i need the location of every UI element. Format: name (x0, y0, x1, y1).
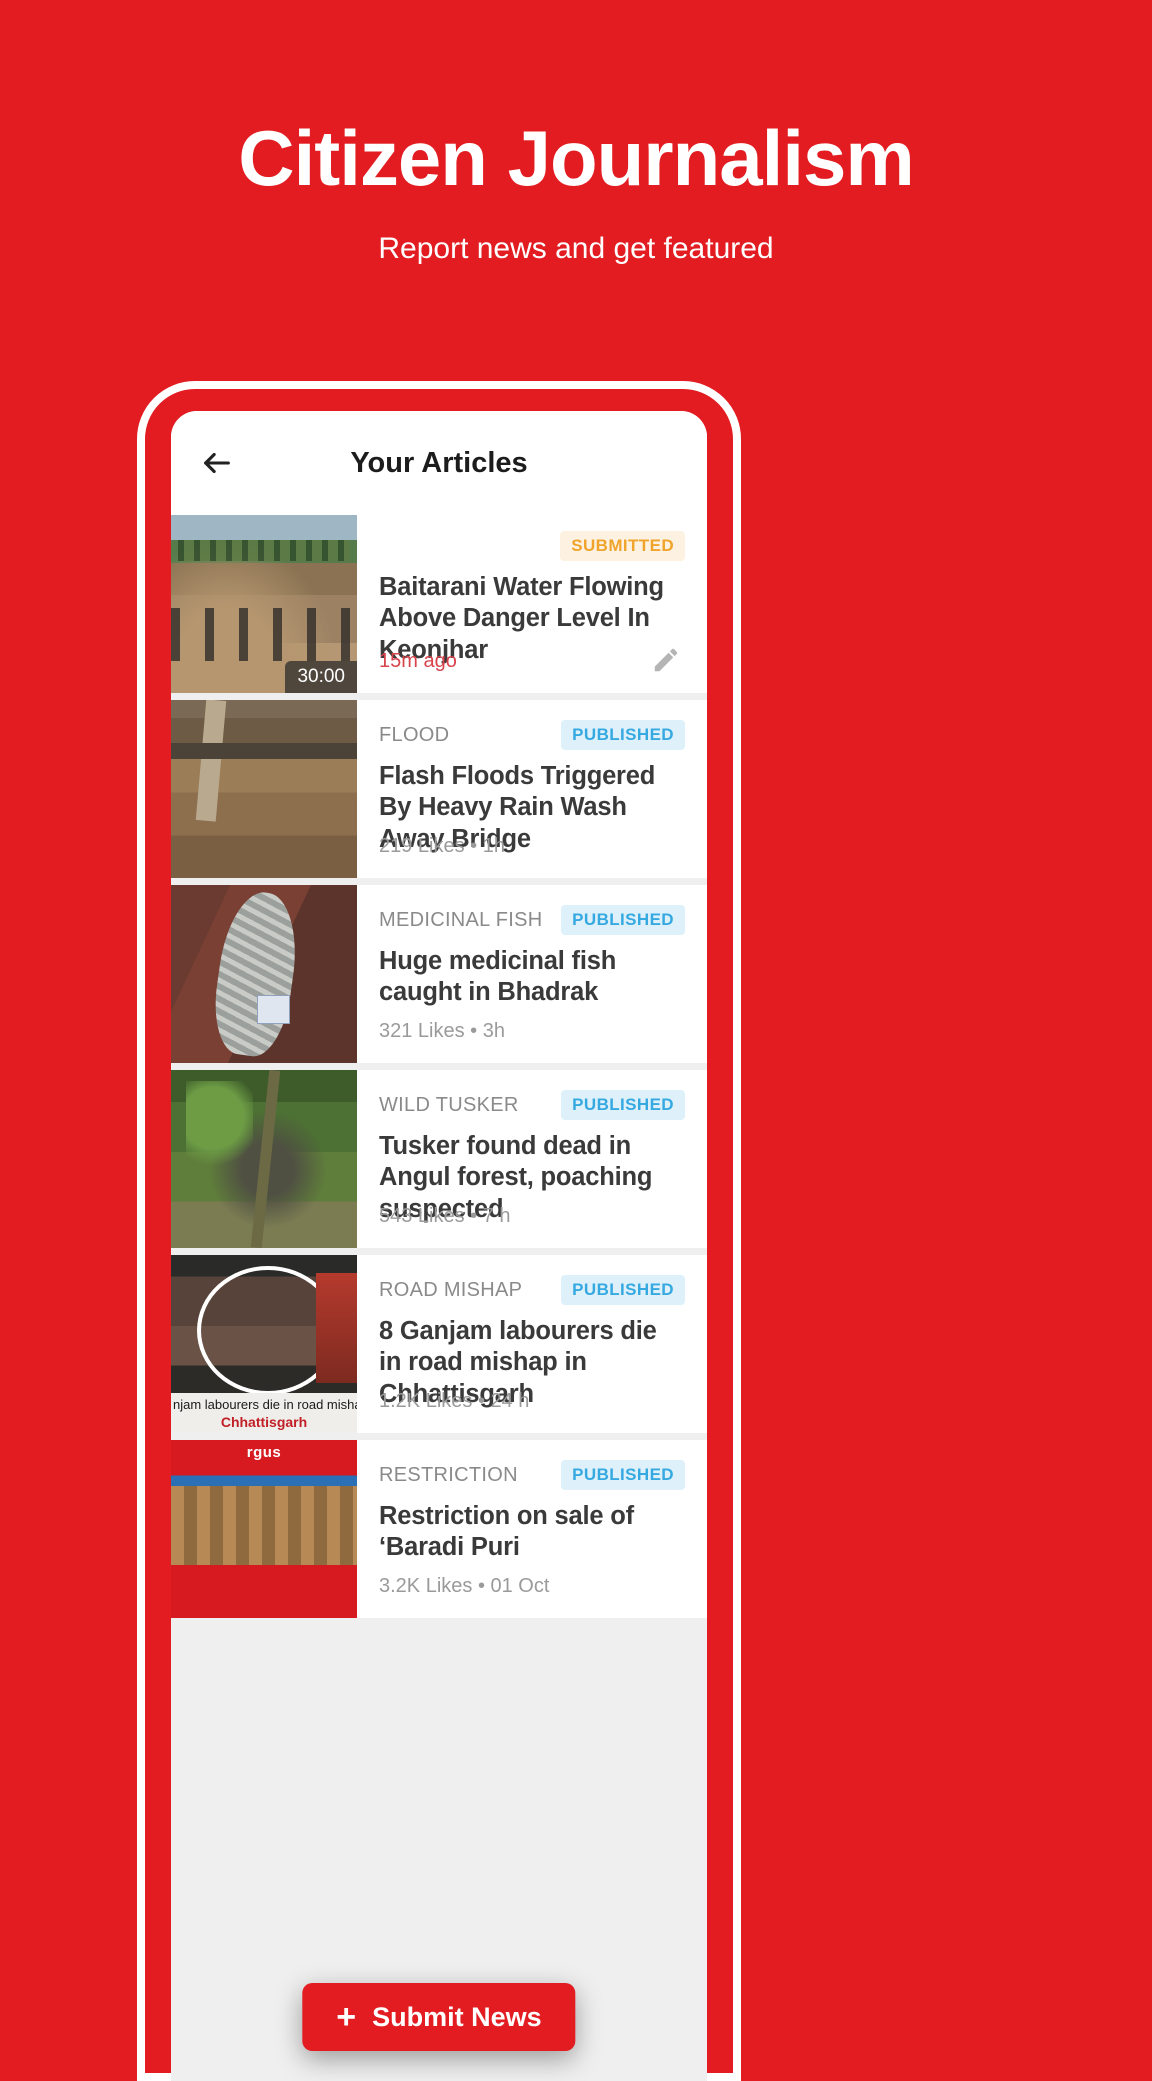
thumbnail-caption: njam labourers die in road mishap inChha… (171, 1393, 357, 1433)
article-thumbnail[interactable] (171, 885, 357, 1063)
article-stats: 1.2K Likes • 24 h (379, 1390, 530, 1412)
article-list[interactable]: 30:00 SUBMITTED Baitarani Water Flowing Ab… (171, 515, 707, 2081)
article-thumbnail[interactable] (171, 700, 357, 878)
plus-icon: + (336, 1998, 357, 2036)
thumbnail-image: rgus (171, 1440, 357, 1618)
article-meta-row: FLOOD PUBLISHED (379, 718, 685, 752)
article-card-body: RESTRICTION PUBLISHED Restriction on sale … (357, 1440, 707, 1618)
thumbnail-detail (171, 607, 357, 661)
article-stats: 219 Likes • 1h (379, 835, 505, 857)
article-meta-row: RESTRICTION PUBLISHED (379, 1458, 685, 1492)
article-card-body: SUBMITTED Baitarani Water Flowing Above D… (357, 515, 707, 693)
article-card-body: WILD TUSKER PUBLISHED Tusker found dead in… (357, 1070, 707, 1248)
arrow-left-icon[interactable] (197, 443, 237, 483)
article-category: ROAD MISHAP (379, 1278, 523, 1301)
channel-logo: rgus (246, 1443, 282, 1461)
page-title: Citizen Journalism (238, 114, 914, 202)
status-badge: PUBLISHED (561, 1275, 685, 1305)
article-stats: 15m ago (379, 650, 457, 672)
video-duration-badge: 30:00 (285, 661, 357, 693)
thumbnail-image (171, 700, 357, 878)
promo-header: Citizen Journalism Report news and get f… (0, 0, 1152, 266)
status-badge: PUBLISHED (561, 720, 685, 750)
article-meta-row: SUBMITTED (379, 529, 685, 563)
article-headline[interactable]: Huge medicinal fish caught in Bhadrak (379, 946, 685, 1009)
article-stats: 543 Likes • 7 h (379, 1205, 511, 1227)
phone-mockup: Your Articles 30:00 SUBMITTED Baitarani Wa… (137, 381, 741, 2081)
article-card-body: ROAD MISHAP PUBLISHED 8 Ganjam labourers d… (357, 1255, 707, 1433)
pencil-icon[interactable] (651, 645, 681, 675)
article-category: FLOOD (379, 723, 450, 746)
article-stats: 3.2K Likes • 01 Oct (379, 1575, 550, 1597)
article-meta-row: ROAD MISHAP PUBLISHED (379, 1273, 685, 1307)
article-meta-row: WILD TUSKER PUBLISHED (379, 1088, 685, 1122)
status-badge: PUBLISHED (561, 1460, 685, 1490)
article-card[interactable]: WILD TUSKER PUBLISHED Tusker found dead in… (171, 1070, 707, 1248)
page-subtitle: Report news and get featured (378, 231, 774, 265)
app-bar-title: Your Articles (350, 446, 528, 479)
article-thumbnail[interactable]: 30:00 (171, 515, 357, 693)
thumbnail-image (171, 1070, 357, 1248)
submit-news-label: Submit News (372, 2001, 542, 2032)
article-card[interactable]: FLOOD PUBLISHED Flash Floods Triggered By … (171, 700, 707, 878)
thumbnail-image (171, 885, 357, 1063)
article-card[interactable]: rgus RESTRICTION PUBLISHED Restriction on s… (171, 1440, 707, 1618)
article-card-body: FLOOD PUBLISHED Flash Floods Triggered By … (357, 700, 707, 878)
article-card-body: MEDICINAL FISH PUBLISHED Huge medicinal fi… (357, 885, 707, 1063)
article-thumbnail[interactable]: rgus (171, 1440, 357, 1618)
article-thumbnail[interactable] (171, 1070, 357, 1248)
article-meta-row: MEDICINAL FISH PUBLISHED (379, 903, 685, 937)
article-card[interactable]: 30:00 SUBMITTED Baitarani Water Flowing Ab… (171, 515, 707, 693)
article-thumbnail[interactable]: njam labourers die in road mishap inChha… (171, 1255, 357, 1433)
article-card[interactable]: njam labourers die in road mishap inChha… (171, 1255, 707, 1433)
app-bar: Your Articles (171, 411, 707, 515)
thumbnail-caption-highlight: Chhattisgarh (220, 1413, 308, 1430)
article-category: MEDICINAL FISH (379, 908, 543, 931)
article-category: RESTRICTION (379, 1463, 518, 1486)
article-category: WILD TUSKER (379, 1093, 519, 1116)
article-stats: 321 Likes • 3h (379, 1020, 505, 1042)
status-badge: PUBLISHED (561, 1090, 685, 1120)
phone-screen: Your Articles 30:00 SUBMITTED Baitarani Wa… (171, 411, 707, 2081)
article-headline[interactable]: Restriction on sale of ‘Baradi Puri (379, 1501, 685, 1564)
status-badge: SUBMITTED (560, 531, 685, 561)
submit-news-button[interactable]: + Submit News (302, 1983, 576, 2051)
status-badge: PUBLISHED (561, 905, 685, 935)
article-card[interactable]: MEDICINAL FISH PUBLISHED Huge medicinal fi… (171, 885, 707, 1063)
